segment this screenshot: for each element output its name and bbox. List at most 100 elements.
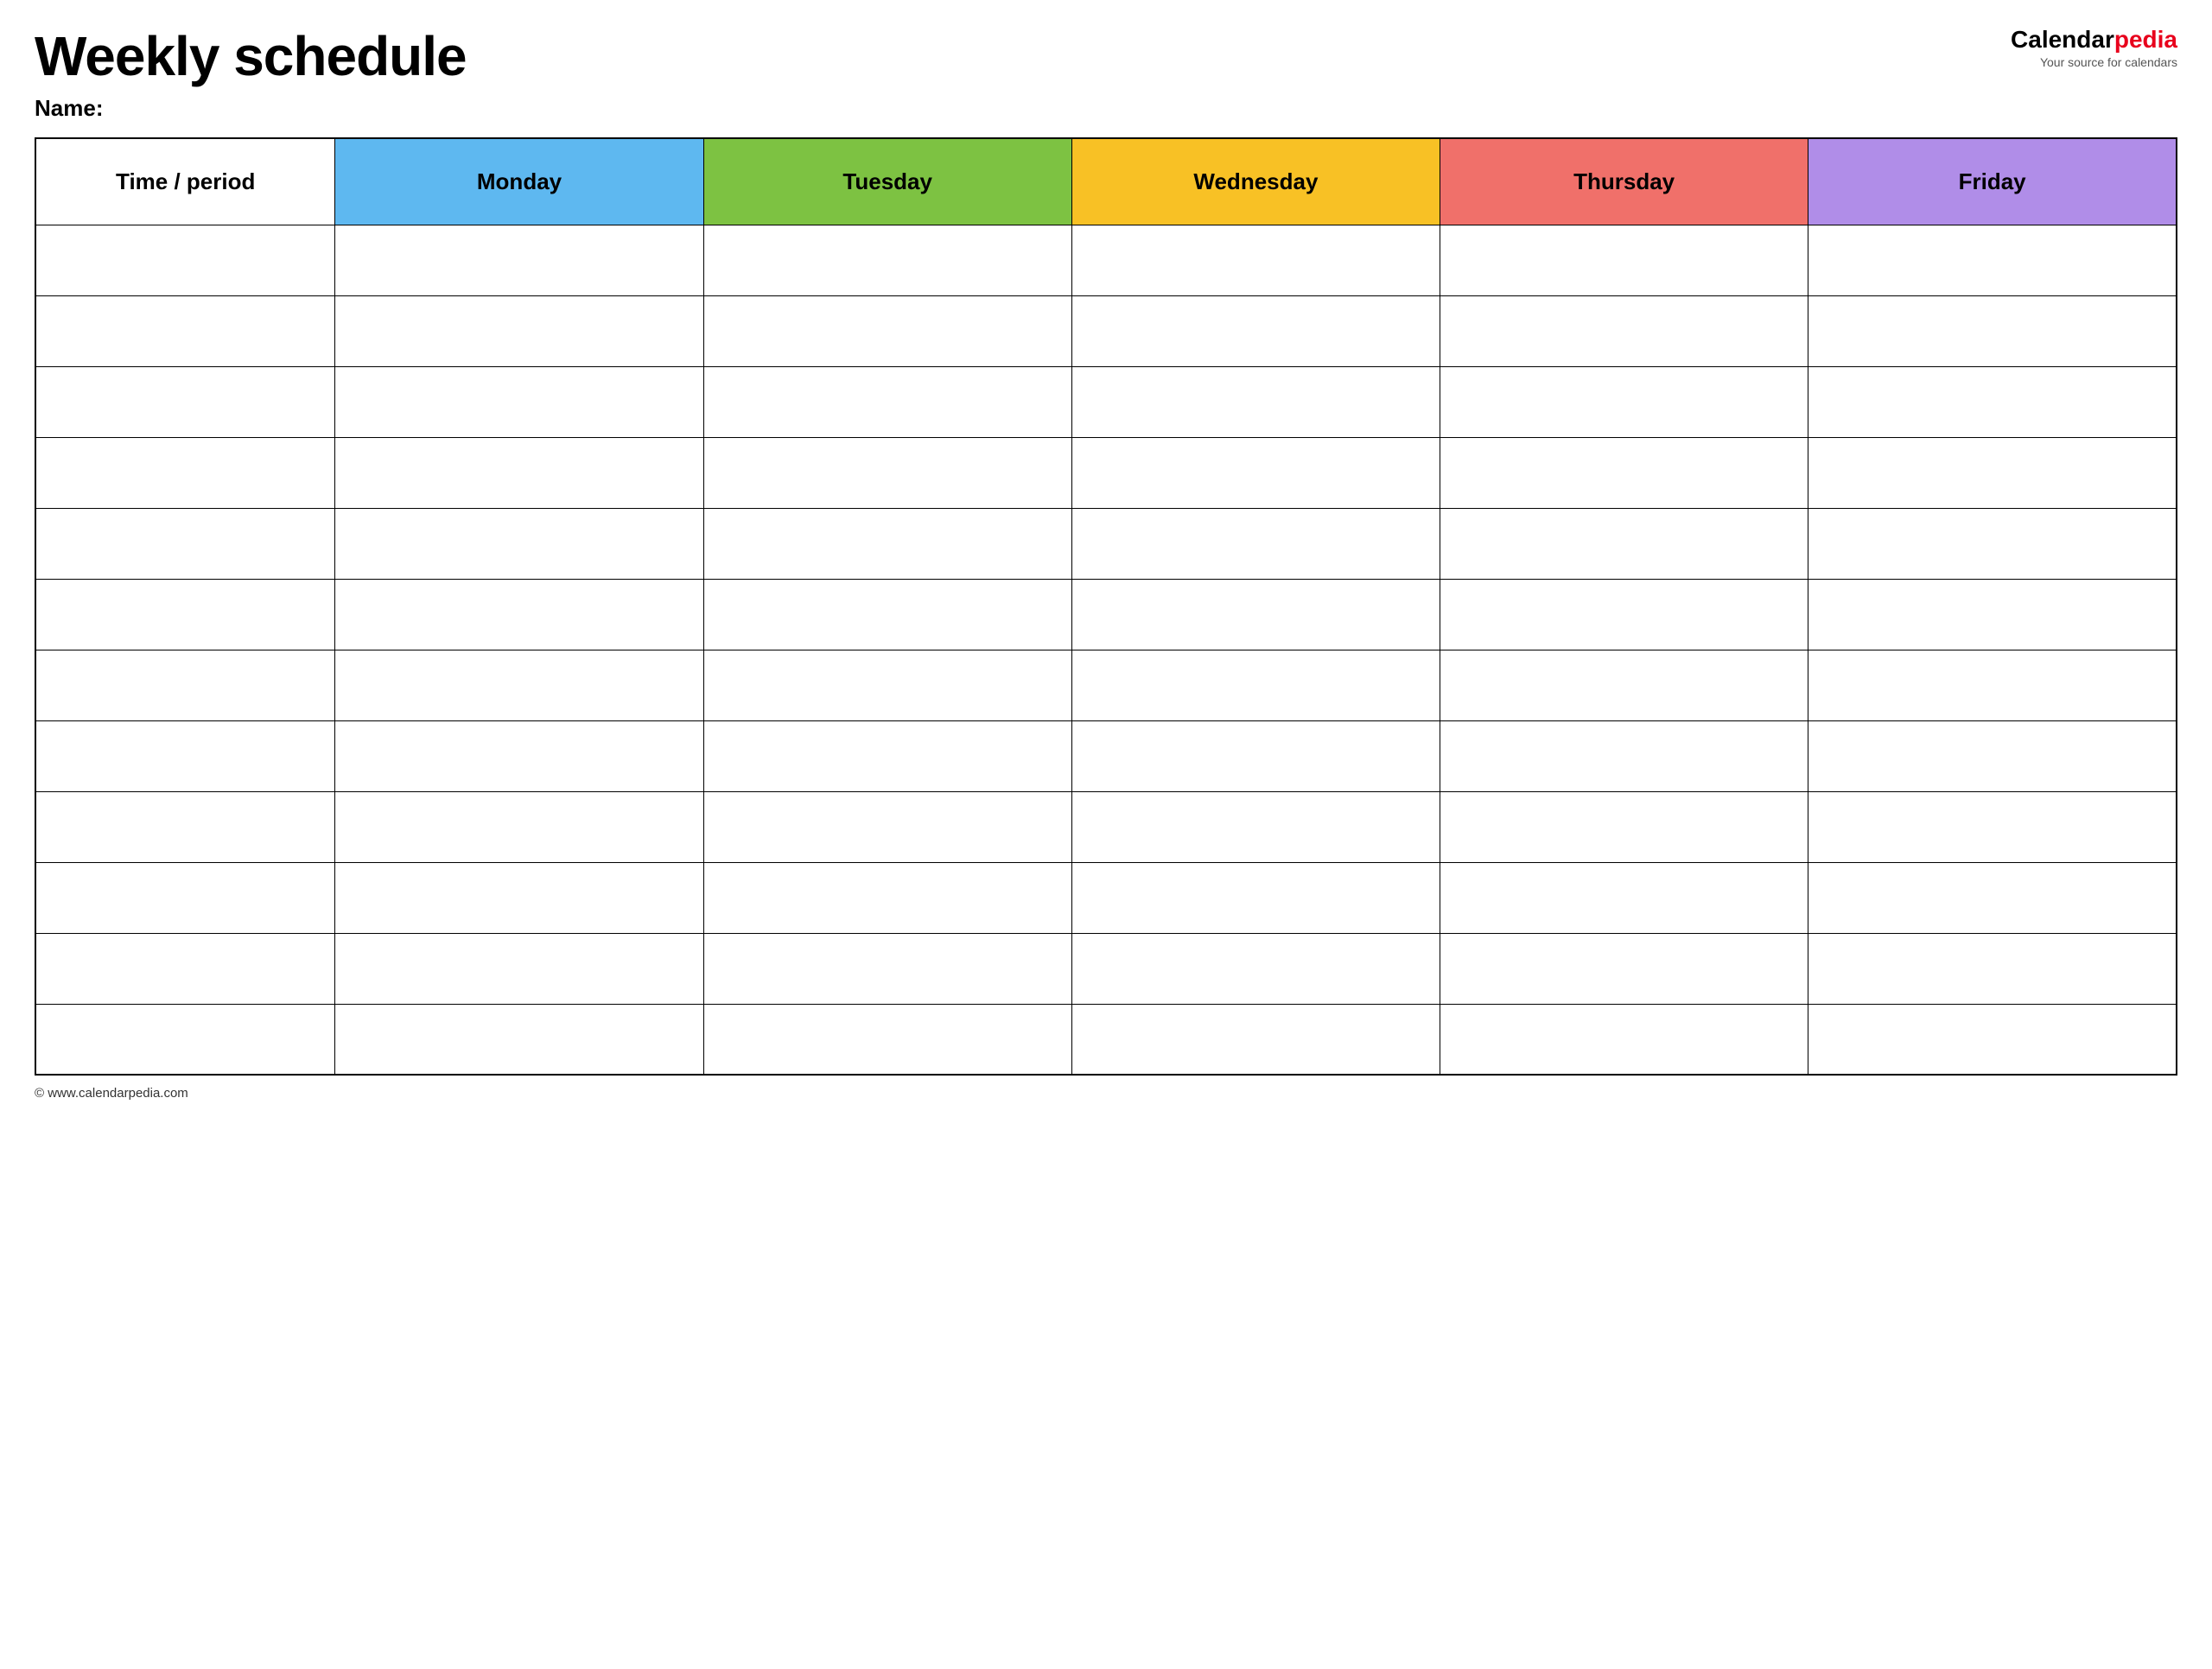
header-tuesday: Tuesday [703, 138, 1071, 225]
schedule-cell[interactable] [335, 933, 703, 1004]
schedule-cell[interactable] [1808, 225, 2177, 295]
table-row [35, 295, 2177, 366]
table-row [35, 791, 2177, 862]
schedule-cell[interactable] [335, 862, 703, 933]
schedule-cell[interactable] [1071, 720, 1440, 791]
schedule-cell[interactable] [1440, 650, 1808, 720]
schedule-cell[interactable] [335, 225, 703, 295]
schedule-cell[interactable] [1071, 437, 1440, 508]
schedule-cell[interactable] [1808, 295, 2177, 366]
time-cell[interactable] [35, 1004, 335, 1075]
schedule-cell[interactable] [703, 225, 1071, 295]
schedule-cell[interactable] [335, 508, 703, 579]
schedule-cell[interactable] [1440, 791, 1808, 862]
schedule-cell[interactable] [1440, 366, 1808, 437]
schedule-cell[interactable] [1440, 579, 1808, 650]
table-row [35, 437, 2177, 508]
schedule-cell[interactable] [703, 508, 1071, 579]
header-friday: Friday [1808, 138, 2177, 225]
schedule-cell[interactable] [1071, 508, 1440, 579]
schedule-cell[interactable] [1071, 1004, 1440, 1075]
logo-area: Calendarpedia Your source for calendars [2011, 26, 2177, 69]
schedule-cell[interactable] [1440, 933, 1808, 1004]
table-row [35, 650, 2177, 720]
schedule-cell[interactable] [1071, 862, 1440, 933]
schedule-cell[interactable] [335, 650, 703, 720]
schedule-cell[interactable] [1440, 508, 1808, 579]
table-body [35, 225, 2177, 1075]
schedule-cell[interactable] [703, 720, 1071, 791]
schedule-cell[interactable] [1808, 508, 2177, 579]
schedule-cell[interactable] [703, 437, 1071, 508]
time-cell[interactable] [35, 650, 335, 720]
header-wednesday: Wednesday [1071, 138, 1440, 225]
table-header-row: Time / period Monday Tuesday Wednesday T… [35, 138, 2177, 225]
time-cell[interactable] [35, 295, 335, 366]
schedule-cell[interactable] [335, 720, 703, 791]
schedule-cell[interactable] [1071, 579, 1440, 650]
schedule-table: Time / period Monday Tuesday Wednesday T… [35, 137, 2177, 1076]
schedule-cell[interactable] [1440, 295, 1808, 366]
logo-tagline: Your source for calendars [2011, 55, 2177, 69]
header-time: Time / period [35, 138, 335, 225]
header-section: Weekly schedule Name: Calendarpedia Your… [35, 26, 2177, 122]
schedule-cell[interactable] [335, 1004, 703, 1075]
footer-url: © www.calendarpedia.com [35, 1086, 188, 1101]
time-cell[interactable] [35, 508, 335, 579]
time-cell[interactable] [35, 933, 335, 1004]
schedule-cell[interactable] [1440, 1004, 1808, 1075]
schedule-cell[interactable] [1071, 933, 1440, 1004]
schedule-cell[interactable] [1440, 862, 1808, 933]
time-cell[interactable] [35, 720, 335, 791]
schedule-cell[interactable] [1071, 650, 1440, 720]
schedule-cell[interactable] [703, 791, 1071, 862]
schedule-cell[interactable] [1440, 225, 1808, 295]
schedule-cell[interactable] [1440, 720, 1808, 791]
schedule-cell[interactable] [1808, 933, 2177, 1004]
schedule-cell[interactable] [1071, 295, 1440, 366]
schedule-cell[interactable] [335, 791, 703, 862]
schedule-cell[interactable] [335, 579, 703, 650]
time-cell[interactable] [35, 366, 335, 437]
title-area: Weekly schedule Name: [35, 26, 2011, 122]
table-row [35, 862, 2177, 933]
header-thursday: Thursday [1440, 138, 1808, 225]
time-cell[interactable] [35, 791, 335, 862]
time-cell[interactable] [35, 579, 335, 650]
schedule-cell[interactable] [1808, 791, 2177, 862]
table-row [35, 1004, 2177, 1075]
schedule-cell[interactable] [1440, 437, 1808, 508]
schedule-cell[interactable] [703, 1004, 1071, 1075]
logo-pedia: pedia [2114, 26, 2177, 53]
schedule-cell[interactable] [1808, 1004, 2177, 1075]
schedule-cell[interactable] [703, 366, 1071, 437]
schedule-cell[interactable] [703, 579, 1071, 650]
schedule-cell[interactable] [1071, 791, 1440, 862]
schedule-cell[interactable] [335, 295, 703, 366]
schedule-cell[interactable] [1808, 579, 2177, 650]
main-title: Weekly schedule [35, 26, 2011, 86]
table-row [35, 933, 2177, 1004]
schedule-cell[interactable] [335, 437, 703, 508]
schedule-cell[interactable] [703, 862, 1071, 933]
time-cell[interactable] [35, 862, 335, 933]
logo-calendar: Calendar [2011, 26, 2114, 53]
logo-text: Calendarpedia [2011, 26, 2177, 54]
time-cell[interactable] [35, 225, 335, 295]
schedule-cell[interactable] [1808, 862, 2177, 933]
schedule-cell[interactable] [1071, 366, 1440, 437]
schedule-cell[interactable] [335, 366, 703, 437]
schedule-cell[interactable] [1808, 650, 2177, 720]
table-row [35, 720, 2177, 791]
schedule-cell[interactable] [1808, 437, 2177, 508]
schedule-cell[interactable] [703, 933, 1071, 1004]
schedule-cell[interactable] [1071, 225, 1440, 295]
table-row [35, 508, 2177, 579]
schedule-cell[interactable] [1808, 366, 2177, 437]
header-monday: Monday [335, 138, 703, 225]
schedule-cell[interactable] [1808, 720, 2177, 791]
schedule-cell[interactable] [703, 295, 1071, 366]
time-cell[interactable] [35, 437, 335, 508]
table-row [35, 579, 2177, 650]
schedule-cell[interactable] [703, 650, 1071, 720]
